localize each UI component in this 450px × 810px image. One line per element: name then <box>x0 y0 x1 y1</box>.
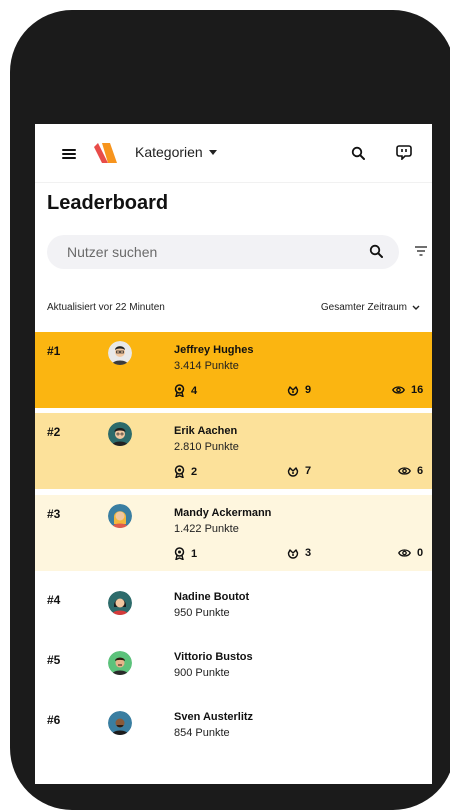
leaderboard-row-6[interactable]: #6 Sven Austerlitz 854 Punkte <box>35 699 432 751</box>
user-search-bar <box>47 235 399 269</box>
search-input[interactable] <box>65 243 349 261</box>
rank-number: #3 <box>47 507 61 521</box>
time-range-dropdown[interactable]: Gesamter Zeitraum <box>321 302 420 313</box>
like-icon <box>287 549 299 559</box>
badges-count: 2 <box>191 465 198 478</box>
avatar <box>108 422 132 446</box>
leaderboard-meta: Aktualisiert vor 22 Minuten Gesamter Zei… <box>47 302 420 313</box>
user-points: 900 Punkte <box>174 667 230 679</box>
badges-count: 4 <box>191 384 198 397</box>
rank-number: #6 <box>47 713 61 727</box>
rank-number: #1 <box>47 344 61 358</box>
user-points: 950 Punkte <box>174 607 230 619</box>
likes-stat: 9 <box>287 384 311 396</box>
filter-icon[interactable] <box>413 243 429 259</box>
avatar <box>108 504 132 528</box>
user-points: 854 Punkte <box>174 727 230 739</box>
rank-number: #5 <box>47 653 61 667</box>
likes-count: 3 <box>305 547 312 559</box>
likes-stat: 3 <box>287 547 311 559</box>
user-name: Vittorio Bustos <box>174 651 253 663</box>
likes-count: 9 <box>305 384 312 396</box>
eye-icon <box>392 386 405 394</box>
user-name: Jeffrey Hughes <box>174 344 254 356</box>
badges-stat: 4 <box>174 384 197 397</box>
views-stat: 0 <box>398 547 423 559</box>
top-app-bar: Kategorien <box>35 124 432 183</box>
award-icon <box>174 547 185 560</box>
user-name: Erik Aachen <box>174 425 238 437</box>
avatar <box>108 711 132 735</box>
views-count: 6 <box>417 465 424 477</box>
user-points: 3.414 Punkte <box>174 360 239 372</box>
categories-label: Kategorien <box>135 144 203 160</box>
views-stat: 6 <box>398 465 423 477</box>
avatar <box>108 651 132 675</box>
time-range-label: Gesamter Zeitraum <box>320 302 407 313</box>
leaderboard-row-1[interactable]: #1 Jeffrey Hughes 3.414 Punkte 4 9 16 <box>35 332 432 408</box>
rank-number: #4 <box>47 593 61 607</box>
eye-icon <box>398 549 411 557</box>
views-stat: 16 <box>392 384 423 396</box>
search-icon[interactable] <box>348 143 368 163</box>
brand-logo[interactable] <box>92 141 118 165</box>
rank-number: #2 <box>47 425 61 439</box>
user-points: 1.422 Punkte <box>174 523 239 535</box>
user-name: Nadine Boutot <box>174 591 250 603</box>
categories-dropdown[interactable]: Kategorien <box>135 144 217 160</box>
badges-stat: 2 <box>174 465 197 478</box>
likes-count: 7 <box>305 465 312 477</box>
page-title: Leaderboard <box>47 192 169 214</box>
user-points: 2.810 Punkte <box>174 441 239 453</box>
chat-bubble-icon[interactable] <box>394 142 414 162</box>
like-icon <box>287 386 299 396</box>
leaderboard-row-2[interactable]: #2 Erik Aachen 2.810 Punkte 2 7 6 <box>35 413 432 489</box>
app-screen: Kategorien Leaderboard Aktualisiert vor … <box>35 124 432 784</box>
updated-text: Aktualisiert vor 22 Minuten <box>47 302 165 313</box>
avatar <box>108 591 132 615</box>
hamburger-menu-icon[interactable] <box>62 149 76 159</box>
award-icon <box>174 384 185 397</box>
badges-count: 1 <box>191 547 198 560</box>
user-name: Mandy Ackermann <box>174 507 272 519</box>
badges-stat: 1 <box>174 547 197 560</box>
chevron-down-icon <box>208 149 217 155</box>
award-icon <box>174 465 185 478</box>
views-count: 16 <box>411 384 424 396</box>
avatar <box>108 341 132 365</box>
leaderboard-row-4[interactable]: #4 Nadine Boutot 950 Punkte <box>35 579 432 631</box>
user-name: Sven Austerlitz <box>174 711 254 723</box>
search-icon[interactable] <box>369 244 383 258</box>
leaderboard-row-3[interactable]: #3 Mandy Ackermann 1.422 Punkte 1 3 0 <box>35 495 432 571</box>
chevron-down-icon <box>412 305 420 310</box>
likes-stat: 7 <box>287 465 311 477</box>
views-count: 0 <box>417 547 424 559</box>
eye-icon <box>398 467 411 475</box>
leaderboard-row-5[interactable]: #5 Vittorio Bustos 900 Punkte <box>35 639 432 691</box>
like-icon <box>287 467 299 477</box>
